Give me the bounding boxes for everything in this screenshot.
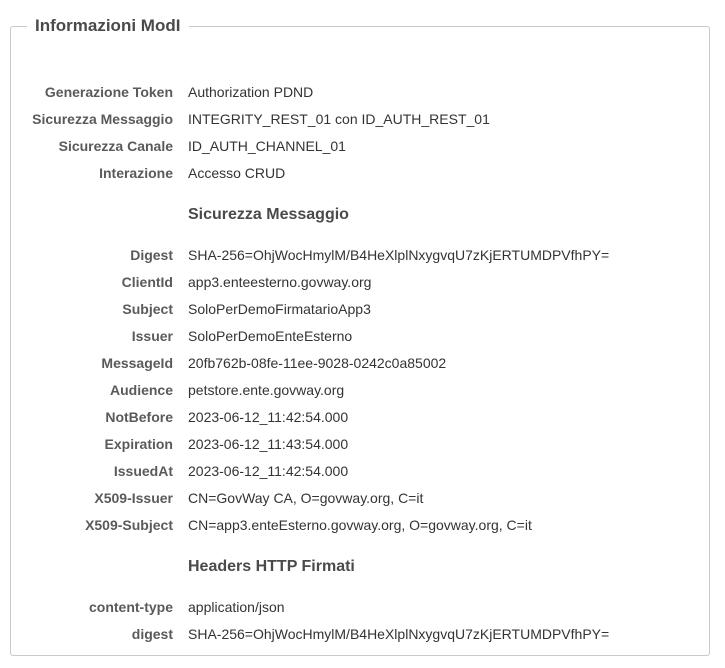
field-label: X509-Subject [85, 517, 173, 533]
field-label: Sicurezza Canale [58, 138, 173, 154]
field-value: CN=app3.enteEsterno.govway.org, O=govway… [188, 517, 532, 533]
security-row-expiration: Expiration 2023-06-12_11:43:54.000 [11, 433, 711, 455]
security-row-x509-issuer: X509-Issuer CN=GovWay CA, O=govway.org, … [11, 487, 711, 509]
field-value: SoloPerDemoEnteEsterno [188, 328, 353, 344]
modi-info-panel: Informazioni ModI Generazione Token Auth… [10, 16, 710, 656]
field-value: 20fb762b-08fe-11ee-9028-0242c0a85002 [188, 355, 447, 371]
field-value: ID_AUTH_CHANNEL_01 [188, 138, 346, 154]
field-value: app3.enteesterno.govway.org [188, 274, 372, 290]
field-label: X509-Issuer [94, 490, 173, 506]
info-row-generazione-token: Generazione Token Authorization PDND [11, 81, 711, 103]
security-row-messageid: MessageId 20fb762b-08fe-11ee-9028-0242c0… [11, 352, 711, 374]
field-value: Accesso CRUD [188, 165, 286, 181]
security-row-x509-subject: X509-Subject CN=app3.enteEsterno.govway.… [11, 514, 711, 536]
field-label: Expiration [104, 436, 173, 452]
field-label: digest [131, 626, 173, 642]
field-value: SHA-256=OhjWocHmylM/B4HeXlplNxygvqU7zKjE… [188, 247, 610, 263]
field-value: INTEGRITY_REST_01 con ID_AUTH_REST_01 [188, 111, 490, 127]
field-value: SoloPerDemoFirmatarioApp3 [188, 301, 371, 317]
field-value: petstore.ente.govway.org [188, 382, 345, 398]
field-value: Authorization PDND [188, 84, 314, 100]
security-row-audience: Audience petstore.ente.govway.org [11, 379, 711, 401]
header-row-content-type: content-type application/json [11, 596, 711, 618]
security-row-subject: Subject SoloPerDemoFirmatarioApp3 [11, 298, 711, 320]
field-value: SHA-256=OhjWocHmylM/B4HeXlplNxygvqU7zKjE… [188, 626, 610, 642]
header-row-digest: digest SHA-256=OhjWocHmylM/B4HeXlplNxygv… [11, 623, 711, 645]
security-row-clientid: ClientId app3.enteesterno.govway.org [11, 271, 711, 293]
field-label: Audience [109, 382, 173, 398]
field-label: IssuedAt [113, 463, 173, 479]
security-row-issuer: Issuer SoloPerDemoEnteEsterno [11, 325, 711, 347]
field-value: application/json [188, 599, 285, 615]
field-label: NotBefore [105, 409, 173, 425]
panel-title: Informazioni ModI [35, 16, 181, 35]
field-label: Sicurezza Messaggio [32, 111, 173, 127]
field-value: 2023-06-12_11:43:54.000 [188, 436, 349, 452]
section-title-headers-http-firmati: Headers HTTP Firmati [188, 558, 355, 575]
info-row-sicurezza-canale: Sicurezza Canale ID_AUTH_CHANNEL_01 [11, 135, 711, 157]
field-label: content-type [89, 599, 173, 615]
field-label: Issuer [131, 328, 173, 344]
field-value: 2023-06-12_11:42:54.000 [188, 409, 349, 425]
field-label: Generazione Token [44, 84, 173, 100]
field-label: Subject [122, 301, 173, 317]
field-value: 2023-06-12_11:42:54.000 [188, 463, 349, 479]
field-value: CN=GovWay CA, O=govway.org, C=it [188, 490, 424, 506]
field-label: MessageId [101, 355, 173, 371]
section-title-sicurezza-messaggio: Sicurezza Messaggio [188, 206, 349, 223]
field-label: Digest [130, 247, 173, 263]
info-row-interazione: Interazione Accesso CRUD [11, 162, 711, 184]
security-row-digest: Digest SHA-256=OhjWocHmylM/B4HeXlplNxygv… [11, 244, 711, 266]
field-label: ClientId [121, 274, 173, 290]
info-row-sicurezza-messaggio: Sicurezza Messaggio INTEGRITY_REST_01 co… [11, 108, 711, 130]
field-label: Interazione [99, 165, 173, 181]
security-row-notbefore: NotBefore 2023-06-12_11:42:54.000 [11, 406, 711, 428]
security-row-issuedat: IssuedAt 2023-06-12_11:42:54.000 [11, 460, 711, 482]
